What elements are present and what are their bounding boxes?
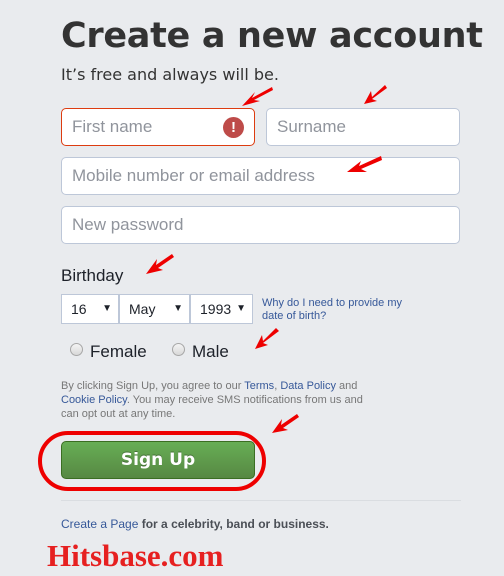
month-select[interactable]: May ▼	[119, 294, 190, 324]
arrow-annotation-icon	[255, 328, 279, 349]
page-subtitle: It’s free and always will be.	[61, 65, 279, 84]
arrow-annotation-icon	[146, 254, 174, 274]
radio-circle-icon[interactable]	[70, 342, 83, 356]
terms-link[interactable]: Terms	[244, 380, 274, 392]
create-page-suffix: for a celebrity, band or business.	[138, 517, 329, 531]
page-title: Create a new account	[61, 16, 483, 56]
dropdown-arrow-icon: ▼	[102, 303, 112, 314]
cookie-policy-link[interactable]: Cookie Policy	[61, 394, 127, 406]
create-page-link[interactable]: Create a Page	[61, 517, 138, 531]
day-select[interactable]: 16 ▼	[61, 294, 119, 324]
sign-up-button[interactable]: Sign Up	[61, 441, 255, 479]
why-birthday-link[interactable]: Why do I need to provide my date of birt…	[262, 297, 422, 323]
arrow-annotation-icon	[364, 85, 387, 104]
first-name-field[interactable]: !	[61, 108, 255, 146]
contact-field[interactable]	[61, 157, 460, 195]
data-policy-link[interactable]: Data Policy	[280, 380, 336, 392]
day-value: 16	[71, 301, 87, 317]
dropdown-arrow-icon: ▼	[173, 303, 183, 314]
year-value: 1993	[200, 301, 232, 317]
year-select[interactable]: 1993 ▼	[190, 294, 253, 324]
divider	[61, 500, 461, 501]
month-value: May	[129, 301, 156, 317]
contact-input[interactable]	[72, 166, 449, 186]
create-page-text: Create a Page for a celebrity, band or b…	[61, 517, 329, 531]
terms-prefix: By clicking Sign Up, you agree to our	[61, 380, 245, 392]
password-input[interactable]	[72, 215, 449, 235]
first-name-input[interactable]	[72, 117, 244, 137]
arrow-annotation-icon	[242, 87, 273, 106]
password-field[interactable]	[61, 206, 460, 244]
radio-circle-icon[interactable]	[172, 342, 185, 356]
error-exclamation-icon: !	[223, 117, 244, 138]
gender-female-label: Female	[90, 342, 147, 361]
gender-male-label: Male	[192, 342, 229, 361]
surname-field[interactable]	[266, 108, 460, 146]
terms-text: By clicking Sign Up, you agree to our Te…	[61, 379, 381, 421]
dropdown-arrow-icon: ▼	[236, 303, 246, 314]
gender-female-radio[interactable]: Female	[70, 342, 147, 362]
terms-and: and	[335, 380, 358, 392]
watermark: Hitsbase.com	[47, 538, 224, 573]
birthday-label: Birthday	[61, 266, 124, 285]
surname-input[interactable]	[277, 117, 449, 137]
gender-male-radio[interactable]: Male	[172, 342, 229, 362]
